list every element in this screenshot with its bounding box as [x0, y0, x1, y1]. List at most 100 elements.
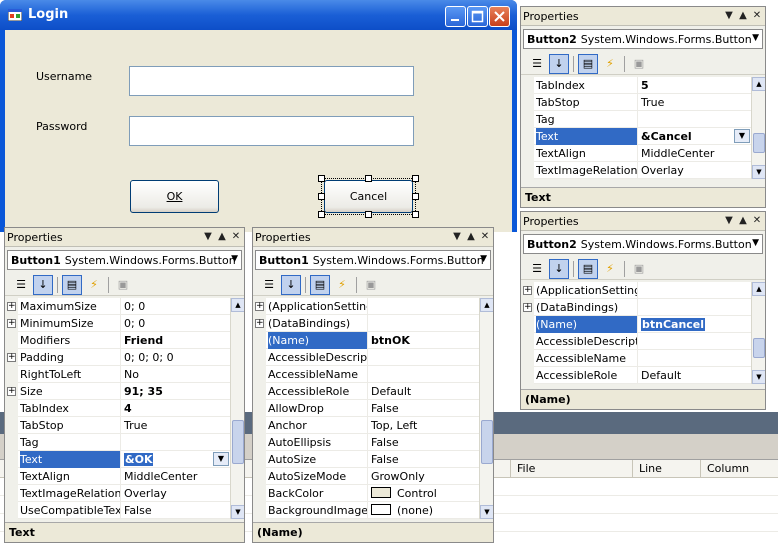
close-icon[interactable]: ✕	[479, 231, 491, 243]
expand-plus-icon[interactable]: +	[523, 303, 532, 312]
properties-view-icon[interactable]: ▤	[578, 259, 598, 279]
property-grid-scrollbar[interactable]: ▲ ▼	[751, 77, 765, 179]
alphabetical-sort-icon[interactable]: ↓	[281, 275, 301, 295]
property-row-anchor[interactable]: Anchor Top, Left	[253, 417, 479, 434]
property-value[interactable]: False	[367, 434, 479, 451]
property-row-textimagerelation[interactable]: TextImageRelation Overlay	[521, 162, 751, 179]
property-value[interactable]: btnOK	[367, 332, 479, 349]
property-value[interactable]: btnCancel	[637, 316, 751, 333]
pin-icon[interactable]: ▲	[216, 231, 228, 243]
property-row-applicationsettings[interactable]: + (ApplicationSettings)	[253, 298, 479, 315]
expand-plus-icon[interactable]: +	[7, 302, 16, 311]
property-value[interactable]: Top, Left	[367, 417, 479, 434]
window-position-dropdown-icon[interactable]: ▼	[723, 215, 735, 227]
property-row-size[interactable]: + Size 91; 35	[5, 383, 230, 400]
property-value[interactable]: Friend	[120, 332, 230, 349]
property-value[interactable]	[637, 333, 751, 350]
property-value[interactable]	[367, 315, 479, 332]
property-value[interactable]: MiddleCenter	[120, 468, 230, 485]
property-row-name[interactable]: (Name) btnOK	[253, 332, 479, 349]
pin-icon[interactable]: ▲	[737, 215, 749, 227]
property-grid-scrollbar[interactable]: ▲ ▼	[479, 298, 493, 519]
property-row-textalign[interactable]: TextAlign MiddleCenter	[5, 468, 230, 485]
chevron-down-icon[interactable]: ▼	[734, 129, 750, 143]
property-row-maximumsize[interactable]: + MaximumSize 0; 0	[5, 298, 230, 315]
scroll-thumb[interactable]	[232, 420, 244, 464]
scroll-up-icon[interactable]: ▲	[752, 77, 765, 91]
expand-plus-icon[interactable]: +	[7, 387, 16, 396]
property-row-accessiblerole[interactable]: AccessibleRole Default	[253, 383, 479, 400]
object-selector[interactable]: Button2 System.Windows.Forms.Button ▼	[523, 29, 763, 49]
property-row-tabstop[interactable]: TabStop True	[521, 94, 751, 111]
property-value[interactable]: False	[367, 400, 479, 417]
property-value[interactable]: 0; 0	[120, 298, 230, 315]
property-value[interactable]: Control	[367, 485, 479, 502]
window-position-dropdown-icon[interactable]: ▼	[451, 231, 463, 243]
property-value[interactable]: True	[120, 417, 230, 434]
property-row-backcolor[interactable]: BackColor Control	[253, 485, 479, 502]
property-row-accessiblename[interactable]: AccessibleName	[521, 350, 751, 367]
close-icon[interactable]: ✕	[751, 215, 763, 227]
property-value[interactable]: 4	[120, 400, 230, 417]
scroll-up-icon[interactable]: ▲	[752, 282, 765, 296]
login-titlebar[interactable]: Login	[0, 0, 517, 30]
property-row-accessibledescriptio[interactable]: AccessibleDescriptio	[253, 349, 479, 366]
property-grid-scrollbar[interactable]: ▲ ▼	[751, 282, 765, 384]
properties-view-icon[interactable]: ▤	[578, 54, 598, 74]
property-pages-icon[interactable]: ▣	[629, 54, 649, 74]
property-value[interactable]: Overlay	[637, 162, 751, 179]
property-value[interactable]: False	[120, 502, 230, 519]
scroll-down-icon[interactable]: ▼	[752, 370, 765, 384]
property-value[interactable]: 91; 35	[120, 383, 230, 400]
property-value[interactable]: GrowOnly	[367, 468, 479, 485]
window-position-dropdown-icon[interactable]: ▼	[723, 10, 735, 22]
categorized-icon[interactable]: ☰	[527, 259, 547, 279]
property-row-minimumsize[interactable]: + MinimumSize 0; 0	[5, 315, 230, 332]
property-value[interactable]: 0; 0; 0; 0	[120, 349, 230, 366]
property-row-tabindex[interactable]: TabIndex 5	[521, 77, 751, 94]
chevron-down-icon[interactable]: ▼	[213, 452, 229, 466]
window-position-dropdown-icon[interactable]: ▼	[202, 231, 214, 243]
properties-view-icon[interactable]: ▤	[62, 275, 82, 295]
object-selector[interactable]: Button2 System.Windows.Forms.Button ▼	[523, 234, 763, 254]
minimize-button[interactable]	[445, 6, 466, 27]
property-value[interactable]: 0; 0	[120, 315, 230, 332]
property-value[interactable]: False	[367, 451, 479, 468]
scroll-down-icon[interactable]: ▼	[752, 165, 765, 179]
expand-plus-icon[interactable]: +	[255, 319, 264, 328]
resize-handle[interactable]	[365, 211, 372, 218]
scroll-down-icon[interactable]: ▼	[231, 505, 244, 519]
property-row-accessiblename[interactable]: AccessibleName	[253, 366, 479, 383]
property-row-tag[interactable]: Tag	[521, 111, 751, 128]
property-row-text[interactable]: Text &Cancel ▼	[521, 128, 751, 145]
close-icon[interactable]: ✕	[230, 231, 242, 243]
resize-handle[interactable]	[412, 193, 419, 200]
property-value[interactable]: (none)	[367, 502, 479, 519]
close-button[interactable]	[489, 6, 510, 27]
resize-handle[interactable]	[318, 193, 325, 200]
property-row-databindings[interactable]: + (DataBindings)	[521, 299, 751, 316]
properties-titlebar[interactable]: Properties ▼ ▲ ✕	[5, 228, 244, 247]
resize-handle[interactable]	[365, 175, 372, 182]
property-row-modifiers[interactable]: Modifiers Friend	[5, 332, 230, 349]
scroll-down-icon[interactable]: ▼	[480, 505, 493, 519]
property-row-usecompatibletextf[interactable]: UseCompatibleTextF False	[5, 502, 230, 519]
ok-button[interactable]: OK	[130, 180, 219, 213]
events-lightning-icon[interactable]: ⚡	[332, 275, 352, 295]
categorized-icon[interactable]: ☰	[11, 275, 31, 295]
categorized-icon[interactable]: ☰	[259, 275, 279, 295]
property-pages-icon[interactable]: ▣	[361, 275, 381, 295]
object-selector[interactable]: Button1 System.Windows.Forms.Button ▼	[7, 250, 242, 270]
property-row-autosizemode[interactable]: AutoSizeMode GrowOnly	[253, 468, 479, 485]
resize-handle[interactable]	[412, 211, 419, 218]
property-row-name[interactable]: (Name) btnCancel	[521, 316, 751, 333]
property-value[interactable]	[637, 282, 751, 299]
property-value[interactable]: Default	[367, 383, 479, 400]
object-selector[interactable]: Button1 System.Windows.Forms.Button ▼	[255, 250, 491, 270]
property-row-accessibledescriptio[interactable]: AccessibleDescriptio	[521, 333, 751, 350]
property-value[interactable]	[367, 366, 479, 383]
column-header-column[interactable]: Column	[700, 460, 778, 478]
alphabetical-sort-icon[interactable]: ↓	[549, 259, 569, 279]
scroll-thumb[interactable]	[753, 338, 765, 358]
property-value[interactable]: Default	[637, 367, 751, 384]
